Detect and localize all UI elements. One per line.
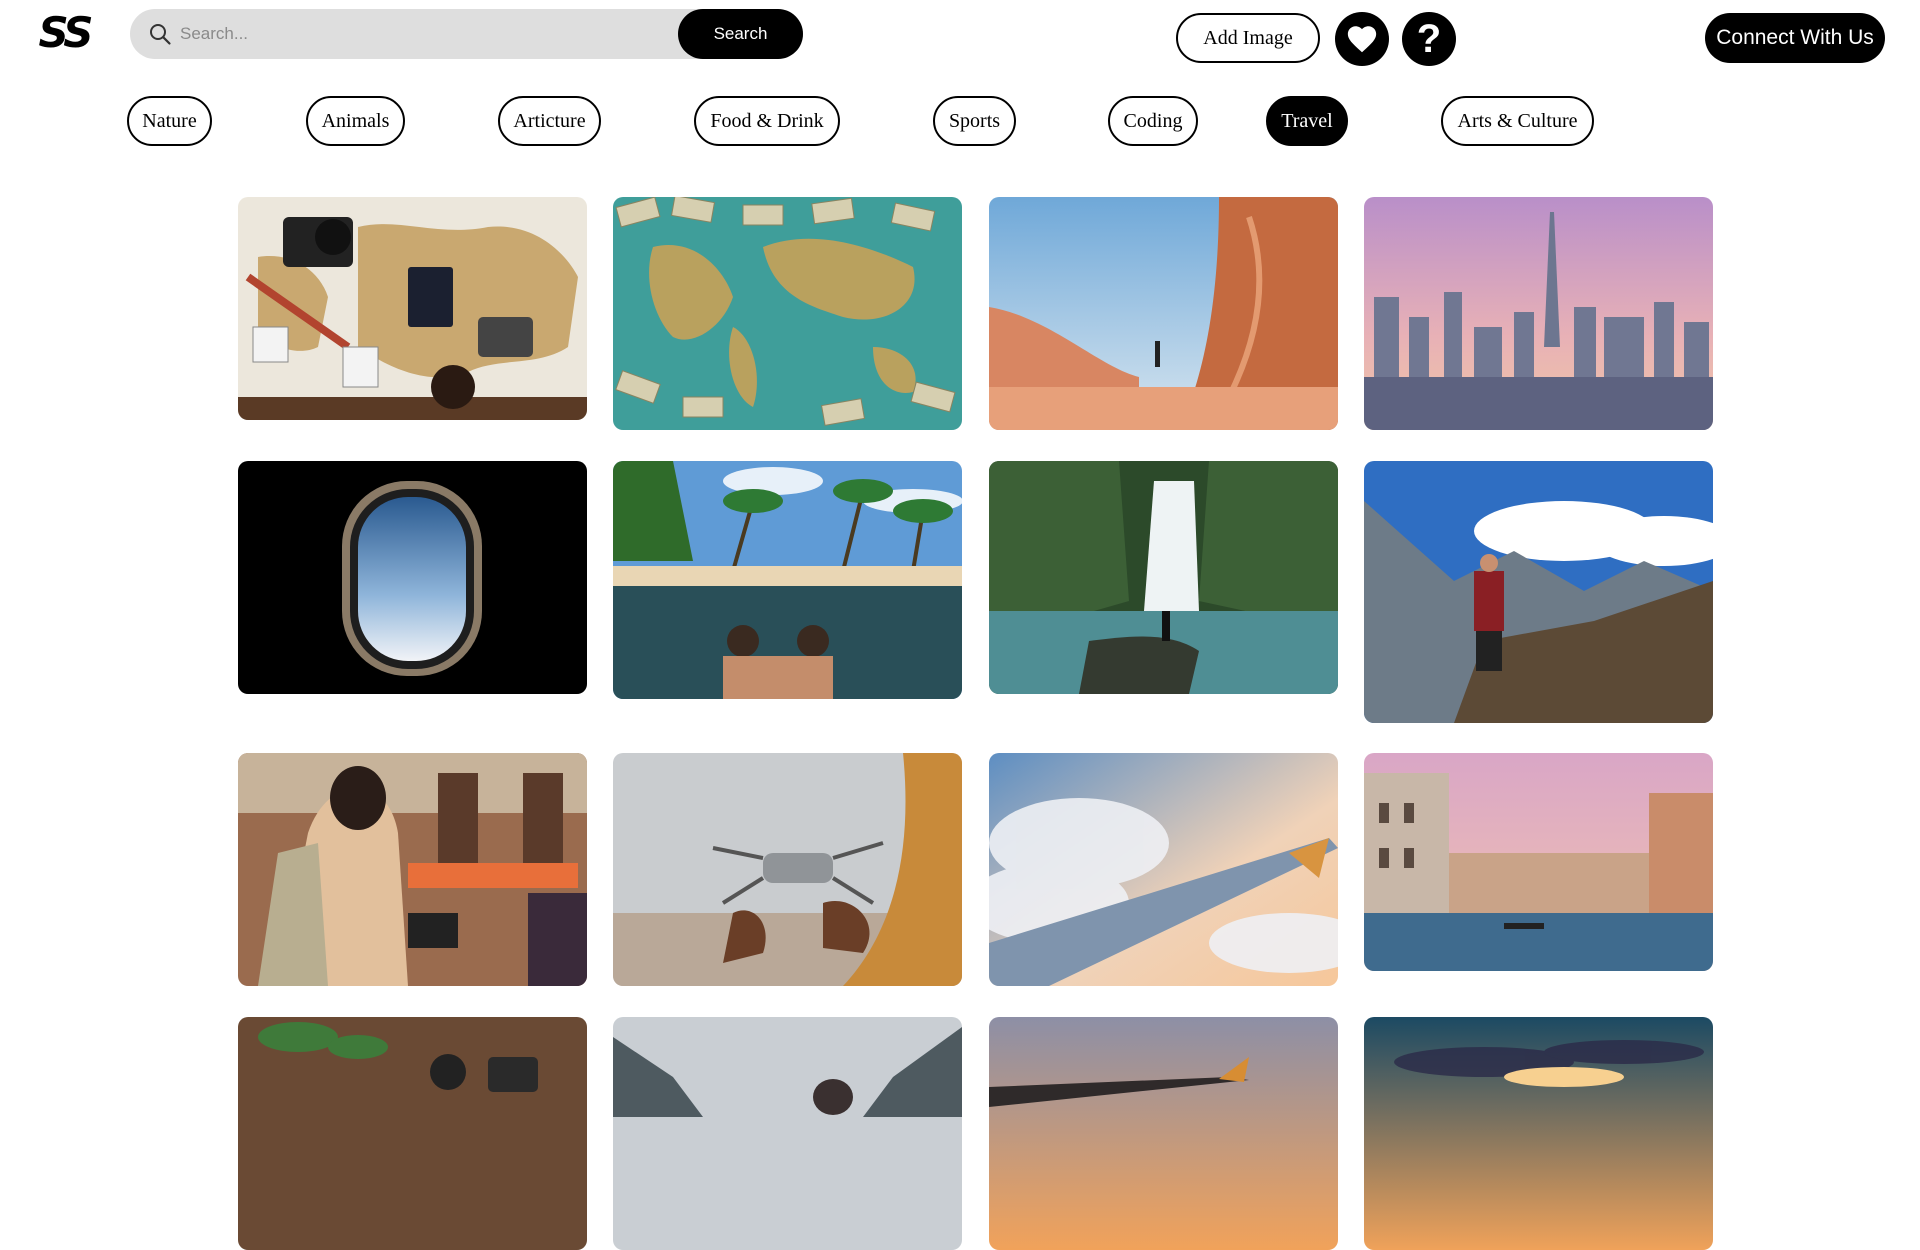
connect-with-us-button[interactable]: Connect With Us (1705, 13, 1885, 63)
gallery-image-venice-canal[interactable] (1364, 753, 1713, 971)
category-nature[interactable]: Nature (127, 96, 212, 146)
gallery-image-woman-camera[interactable] (238, 753, 587, 986)
search-button[interactable]: Search (678, 9, 803, 59)
search-bar: Search (130, 9, 803, 59)
gallery-image-plane-wing-clouds[interactable] (989, 753, 1338, 986)
category-food-and-drink[interactable]: Food & Drink (694, 96, 840, 146)
search-input[interactable] (180, 9, 740, 59)
gallery-image-airplane-window[interactable] (238, 461, 587, 694)
help-button[interactable]: ? (1402, 12, 1456, 66)
category-animals[interactable]: Animals (306, 96, 405, 146)
gallery-image-waterfall[interactable] (989, 461, 1338, 694)
gallery-image-sunset-sky[interactable] (1364, 1017, 1713, 1250)
search-icon (150, 24, 171, 45)
gallery-image-mountain-valley[interactable] (613, 1017, 962, 1250)
gallery-image-table-camera[interactable] (238, 1017, 587, 1250)
category-coding[interactable]: Coding (1108, 96, 1198, 146)
gallery-image-resort-pool[interactable] (613, 461, 962, 699)
gallery-image-drone[interactable] (613, 753, 962, 986)
category-travel[interactable]: Travel (1266, 96, 1348, 146)
gallery-image-mountain-hiker[interactable] (1364, 461, 1713, 723)
category-arts-and-culture[interactable]: Arts & Culture (1441, 96, 1594, 146)
gallery-image-city-skyline[interactable] (1364, 197, 1713, 430)
gallery-image-world-map-money[interactable] (613, 197, 962, 430)
logo-text: SS (38, 11, 91, 55)
favorites-button[interactable] (1335, 12, 1389, 66)
gallery-image-plane-sunset[interactable] (989, 1017, 1338, 1250)
category-articture[interactable]: Articture (498, 96, 601, 146)
heart-icon (1347, 26, 1377, 53)
question-icon: ? (1416, 17, 1442, 61)
add-image-button[interactable]: Add Image (1176, 13, 1320, 63)
category-sports[interactable]: Sports (933, 96, 1016, 146)
gallery-image-map-camera[interactable] (238, 197, 587, 420)
gallery-image-canyon[interactable] (989, 197, 1338, 430)
logo[interactable]: SS (16, 11, 112, 55)
